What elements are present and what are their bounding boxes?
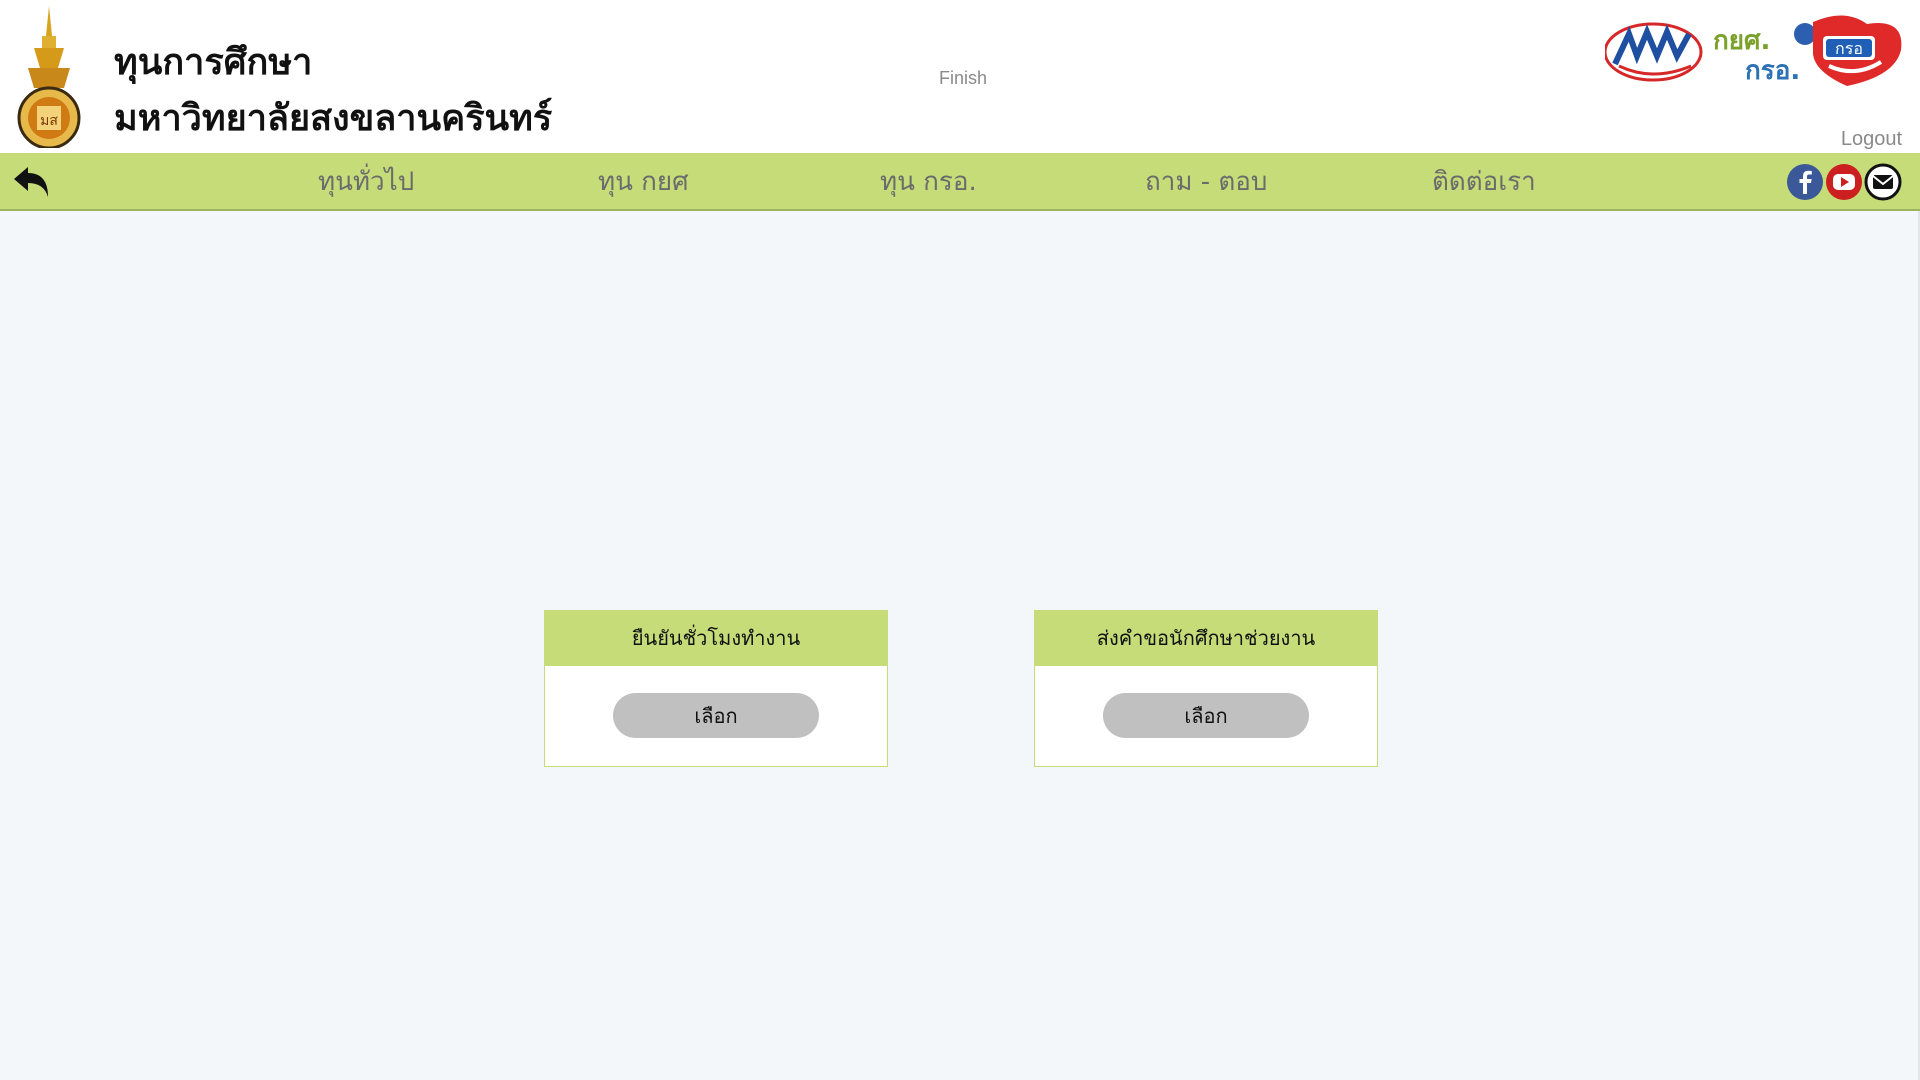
status-text: Finish (939, 68, 988, 88)
card-title: ยืนยันชั่วโมงทำงาน (545, 611, 887, 666)
select-button[interactable]: เลือก (613, 693, 819, 738)
facebook-icon[interactable] (1786, 163, 1824, 201)
nav-item-icl-scholarship[interactable]: ทุน กรอ. (880, 161, 977, 202)
select-button[interactable]: เลือก (1103, 693, 1309, 738)
logout-link[interactable]: Logout (1841, 128, 1902, 151)
mail-icon[interactable] (1864, 163, 1902, 201)
student-assistant-request-card: ส่งคำขอนักศึกษาช่วยงาน เลือก (1034, 610, 1378, 767)
nav-item-general-scholarship[interactable]: ทุนทั่วไป (318, 161, 414, 202)
nav-item-faq[interactable]: ถาม - ตอบ (1145, 161, 1267, 202)
partner-logo-text-2: กรอ. (1745, 56, 1801, 86)
svg-text:มส: มส (40, 113, 58, 129)
nav-item-contact[interactable]: ติดต่อเรา (1432, 161, 1536, 202)
university-seal-icon: มส (17, 6, 81, 148)
site-title-line1: ทุนการศึกษา (114, 41, 313, 83)
card-title: ส่งคำขอนักศึกษาช่วยงาน (1035, 611, 1377, 666)
partner-logos: กรอ กยศ. กรอ. (1605, 14, 1907, 90)
svg-text:กรอ: กรอ (1835, 39, 1863, 58)
site-title-line2: มหาวิทยาลัยสงขลานครินทร์ (114, 97, 553, 139)
nav-item-slf-scholarship[interactable]: ทุน กยศ (598, 161, 689, 202)
youtube-icon[interactable] (1825, 163, 1863, 201)
confirm-work-hours-card: ยืนยันชั่วโมงทำงาน เลือก (544, 610, 888, 767)
page-header: มส ทุนการศึกษา มหาวิทยาลัยสงขลานครินทร์ … (0, 0, 1920, 153)
main-nav: ทุนทั่วไป ทุน กยศ ทุน กรอ. ถาม - ตอบ ติด… (0, 153, 1920, 211)
back-arrow-icon[interactable] (10, 161, 54, 201)
